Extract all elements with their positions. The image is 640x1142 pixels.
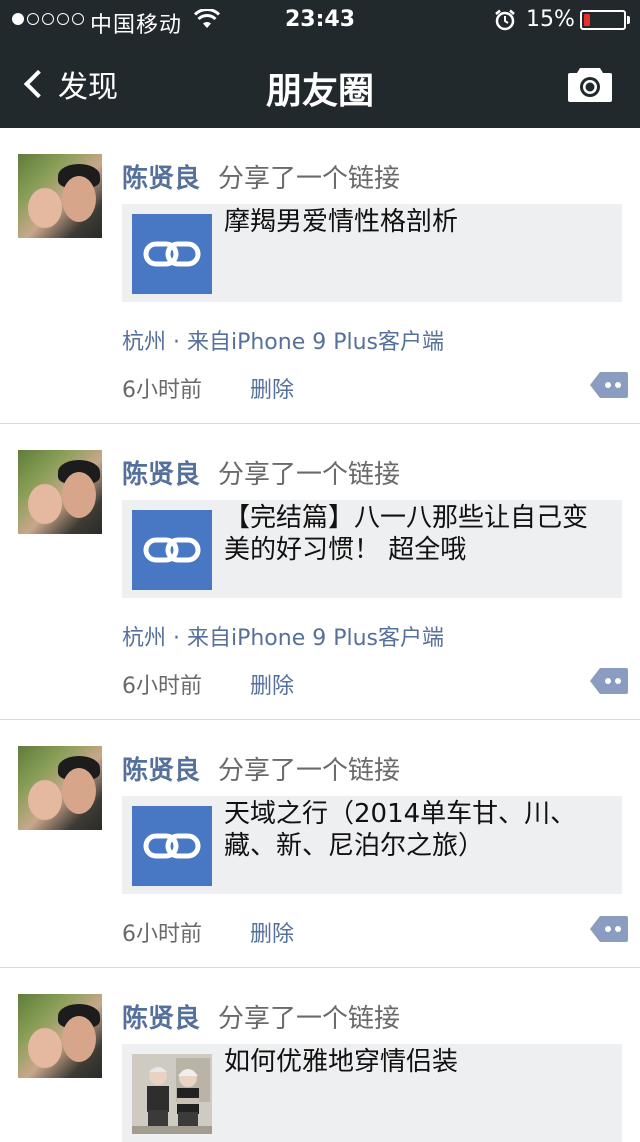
post-author-name[interactable]: 陈贤良 <box>122 158 200 195</box>
link-thumbnail <box>132 806 212 886</box>
post-action-text: 分享了一个链接 <box>218 164 401 194</box>
post-location[interactable]: 杭州 · 来自iPhone 9 Plus客户端 <box>122 620 444 652</box>
shared-link-card[interactable]: 如何优雅地穿情侣装 <box>122 1044 622 1142</box>
link-thumbnail <box>132 214 212 294</box>
shared-link-card[interactable]: 摩羯男爱情性格剖析 <box>122 204 622 302</box>
avatar-face <box>62 1016 96 1062</box>
link-title: 如何优雅地穿情侣装 <box>224 1047 459 1077</box>
feed-post: 陈贤良 分享了一个链接 【完结篇】八一八那些让自己变美的好习惯！ 超全哦 杭州 … <box>0 424 640 720</box>
shared-link-card[interactable]: 【完结篇】八一八那些让自己变美的好习惯！ 超全哦 <box>122 500 622 598</box>
post-location[interactable]: 杭州 · 来自iPhone 9 Plus客户端 <box>122 324 444 356</box>
avatar-face <box>28 188 62 228</box>
battery-level-fill <box>584 14 590 26</box>
page-title: 朋友圈 <box>265 71 374 112</box>
avatar-face <box>28 1028 62 1068</box>
link-title: 摩羯男爱情性格剖析 <box>224 207 459 237</box>
status-bar: 中国移动 23:43 15% <box>0 0 640 40</box>
feed-post: 陈贤良 分享了一个链接 天域之行（2014单车甘、川、藏、新、尼泊尔之旅） 6小… <box>0 720 640 968</box>
avatar[interactable] <box>18 746 102 830</box>
link-thumbnail-photo <box>132 1054 212 1134</box>
post-time: 6小时前 <box>122 378 202 403</box>
navigation-bar: 发现 朋友圈 <box>0 40 640 128</box>
link-icon <box>143 241 201 267</box>
top-bar: 中国移动 23:43 15% 发现 朋友圈 <box>0 0 640 128</box>
battery-percent: 15% <box>526 7 575 32</box>
avatar[interactable] <box>18 450 102 534</box>
alarm-clock-icon <box>495 9 515 31</box>
post-author-name[interactable]: 陈贤良 <box>122 998 200 1035</box>
post-time: 6小时前 <box>122 674 202 699</box>
comment-icon[interactable] <box>590 916 628 942</box>
avatar[interactable] <box>18 154 102 238</box>
link-icon <box>143 833 201 859</box>
link-icon <box>143 537 201 563</box>
link-thumbnail <box>132 510 212 590</box>
avatar-face <box>62 176 96 222</box>
camera-icon[interactable] <box>566 64 614 104</box>
link-title: 【完结篇】八一八那些让自己变美的好习惯！ 超全哦 <box>224 503 589 565</box>
shared-link-card[interactable]: 天域之行（2014单车甘、川、藏、新、尼泊尔之旅） <box>122 796 622 894</box>
comment-icon[interactable] <box>590 372 628 398</box>
avatar-face <box>28 780 62 820</box>
post-author-name[interactable]: 陈贤良 <box>122 750 200 787</box>
avatar[interactable] <box>18 994 102 1078</box>
avatar-face <box>62 768 96 814</box>
delete-button[interactable]: 删除 <box>250 372 294 404</box>
delete-button[interactable]: 删除 <box>250 916 294 948</box>
couple-photo-thumbnail <box>132 1054 212 1134</box>
post-action-text: 分享了一个链接 <box>218 460 401 490</box>
feed-post: 陈贤良 分享了一个链接 如何优雅地穿情侣装 <box>0 968 640 1142</box>
post-action-text: 分享了一个链接 <box>218 1004 401 1034</box>
feed-post: 陈贤良 分享了一个链接 摩羯男爱情性格剖析 杭州 · 来自iPhone 9 Pl… <box>0 128 640 424</box>
battery-icon <box>580 10 630 30</box>
delete-button[interactable]: 删除 <box>250 668 294 700</box>
post-action-text: 分享了一个链接 <box>218 756 401 786</box>
post-time: 6小时前 <box>122 922 202 947</box>
avatar-face <box>62 472 96 518</box>
link-title: 天域之行（2014单车甘、川、藏、新、尼泊尔之旅） <box>224 799 577 861</box>
comment-icon[interactable] <box>590 668 628 694</box>
post-author-name[interactable]: 陈贤良 <box>122 454 200 491</box>
avatar-face <box>28 484 62 524</box>
